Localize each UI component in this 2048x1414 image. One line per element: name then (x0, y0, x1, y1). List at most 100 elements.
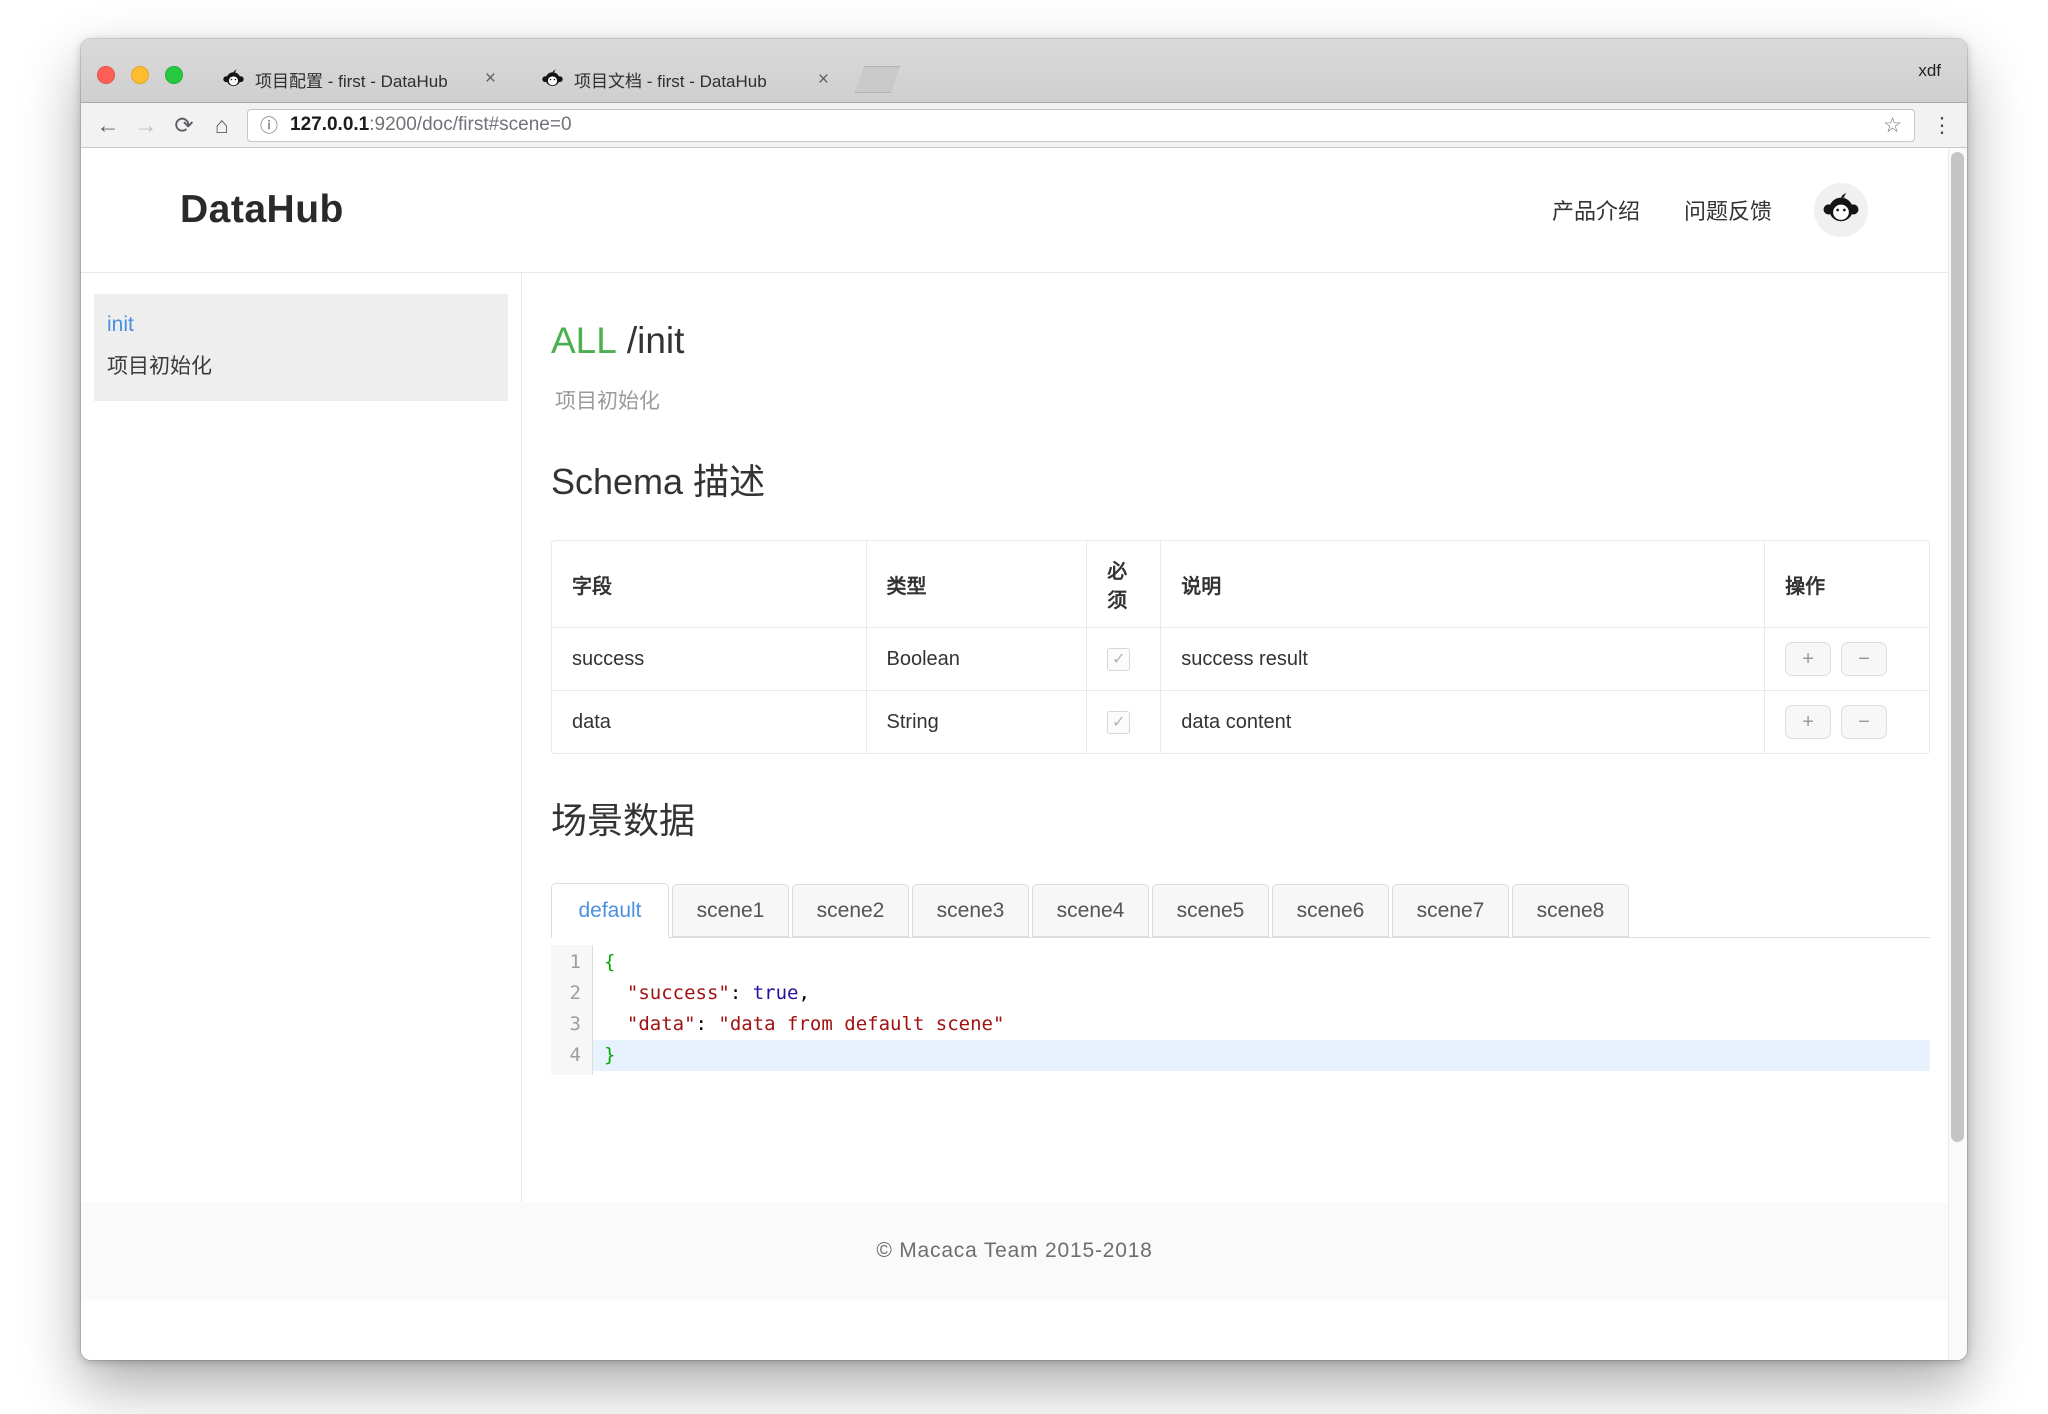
scene-tab[interactable]: scene3 (912, 884, 1029, 937)
close-tab-icon[interactable]: × (485, 68, 496, 90)
browser-tab-strip: 项目配置 - first - DataHub × 项目文档 - first - … (81, 39, 1967, 103)
tab-title: 项目文档 - first - DataHub (574, 67, 808, 92)
add-field-button[interactable]: + (1785, 705, 1831, 739)
app-nav: 产品介绍 问题反馈 (1508, 183, 1868, 237)
macaca-favicon-icon (542, 69, 563, 90)
schema-table-header-row: 字段类型必须说明操作 (552, 541, 1929, 628)
screenshot-stage: 项目配置 - first - DataHub × 项目文档 - first - … (0, 0, 2048, 1414)
required-checkbox: ✓ (1107, 648, 1130, 671)
app-footer: © Macaca Team 2015-2018 (81, 1202, 1948, 1300)
scene-tab[interactable]: scene8 (1512, 884, 1629, 937)
content-area: init 项目初始化 ALL/init 项目初始化 Schema 描述 字段类型… (81, 273, 1948, 1202)
cell-required: ✓ (1087, 628, 1161, 691)
check-icon: ✓ (1112, 712, 1125, 732)
schema-column-header: 说明 (1161, 541, 1765, 628)
sidebar-item-init[interactable]: init 项目初始化 (94, 294, 508, 401)
code-token: "success" (627, 982, 730, 1004)
minimize-window-button[interactable] (131, 66, 149, 84)
scene-tab[interactable]: scene5 (1152, 884, 1269, 937)
browser-window: 项目配置 - first - DataHub × 项目文档 - first - … (81, 39, 1967, 1360)
cell-type: String (867, 691, 1088, 753)
code-token: : (696, 1013, 719, 1035)
browser-toolbar: ← → ⟳ ⌂ ⓘ 127.0.0.1 :9200/doc/first#scen… (81, 103, 1967, 148)
schema-table-row: success Boolean ✓ success result +− (552, 628, 1929, 691)
cell-operations: +− (1765, 691, 1929, 753)
code-line: { (593, 947, 1930, 978)
datahub-logo[interactable]: DataHub (180, 188, 344, 232)
code-token: { (604, 951, 615, 973)
scene-tab[interactable]: scene1 (672, 884, 789, 937)
page-scrollbar-thumb[interactable] (1951, 152, 1964, 1142)
schema-heading: Schema 描述 (551, 453, 1930, 505)
window-controls (97, 66, 183, 84)
sidebar-api-link[interactable]: init (107, 313, 495, 337)
code-token (604, 982, 627, 1004)
macaca-monkey-icon (1823, 192, 1859, 228)
nav-link[interactable]: 问题反馈 (1684, 194, 1772, 226)
doc-main: ALL/init 项目初始化 Schema 描述 字段类型必须说明操作 succ… (522, 273, 1948, 1202)
bookmark-star-icon[interactable]: ☆ (1883, 113, 1902, 138)
schema-column-header: 类型 (867, 541, 1088, 628)
user-avatar[interactable] (1814, 183, 1868, 237)
cell-description: data content (1161, 691, 1765, 753)
url-path: :9200/doc/first#scene=0 (369, 114, 571, 136)
editor-code[interactable]: { "success": true, "data": "data from de… (593, 945, 1930, 1075)
editor-gutter: 1234 (551, 945, 593, 1075)
check-icon: ✓ (1112, 649, 1125, 669)
back-icon[interactable]: ← (89, 107, 127, 143)
reload-icon[interactable]: ⟳ (165, 107, 203, 143)
code-token: "data" (627, 1013, 696, 1035)
code-editor[interactable]: 1234 { "success": true, "data": "data fr… (551, 945, 1930, 1075)
page-info-icon[interactable]: ⓘ (260, 112, 278, 138)
line-number: 1 (551, 947, 592, 978)
tab-title: 项目配置 - first - DataHub (255, 67, 475, 92)
cell-description: success result (1161, 628, 1765, 691)
remove-field-button[interactable]: − (1841, 705, 1887, 739)
cell-type: Boolean (867, 628, 1088, 691)
browser-profile-label[interactable]: xdf (1918, 39, 1941, 103)
cell-field: success (552, 628, 867, 691)
scene-tab[interactable]: scene4 (1032, 884, 1149, 937)
code-line: "success": true, (593, 978, 1930, 1009)
browser-tab[interactable]: 项目配置 - first - DataHub × (193, 56, 512, 102)
route-description: 项目初始化 (551, 385, 1930, 415)
close-window-button[interactable] (97, 66, 115, 84)
schema-table-row: data String ✓ data content +− (552, 691, 1929, 753)
code-token (604, 1013, 627, 1035)
code-token: } (604, 1044, 615, 1066)
forward-icon[interactable]: → (127, 107, 165, 143)
nav-links: 产品介绍 问题反馈 (1508, 194, 1772, 226)
new-tab-button[interactable] (855, 66, 900, 93)
code-token: "data from default scene" (718, 1013, 1004, 1035)
code-token: , (799, 982, 810, 1004)
close-tab-icon[interactable]: × (818, 69, 829, 91)
sidebar-api-desc: 项目初始化 (107, 350, 495, 380)
url-bar[interactable]: ⓘ 127.0.0.1 :9200/doc/first#scene=0 ☆ (247, 109, 1915, 142)
scene-heading: 场景数据 (551, 792, 1930, 844)
page-viewport: DataHub 产品介绍问题反馈 init 项目初始化 ALL/init (81, 148, 1967, 1360)
cell-required: ✓ (1087, 691, 1161, 753)
add-field-button[interactable]: + (1785, 642, 1831, 676)
api-sidebar: init 项目初始化 (81, 273, 522, 1202)
scene-tab-bar: defaultscene1scene2scene3scene4scene5sce… (551, 883, 1930, 938)
scene-tab[interactable]: scene7 (1392, 884, 1509, 937)
required-checkbox: ✓ (1107, 711, 1130, 734)
macaca-favicon-icon (223, 69, 244, 90)
scene-tab[interactable]: scene2 (792, 884, 909, 937)
code-token: true (753, 982, 799, 1004)
home-icon[interactable]: ⌂ (203, 107, 241, 143)
schema-table: 字段类型必须说明操作 success Boolean ✓ success res… (551, 540, 1930, 754)
code-line: } (593, 1040, 1930, 1071)
browser-tab[interactable]: 项目文档 - first - DataHub × (512, 56, 845, 103)
copyright-text: © Macaca Team 2015-2018 (876, 1239, 1152, 1263)
scene-tab[interactable]: default (551, 883, 669, 938)
cell-field: data (552, 691, 867, 753)
page-scrollbar[interactable] (1948, 148, 1967, 1360)
route-path: /init (627, 320, 685, 361)
zoom-window-button[interactable] (165, 66, 183, 84)
scene-tab[interactable]: scene6 (1272, 884, 1389, 937)
nav-link[interactable]: 产品介绍 (1552, 194, 1640, 226)
remove-field-button[interactable]: − (1841, 642, 1887, 676)
line-number: 4 (551, 1040, 592, 1071)
browser-menu-icon[interactable]: ⋮ (1927, 107, 1957, 143)
